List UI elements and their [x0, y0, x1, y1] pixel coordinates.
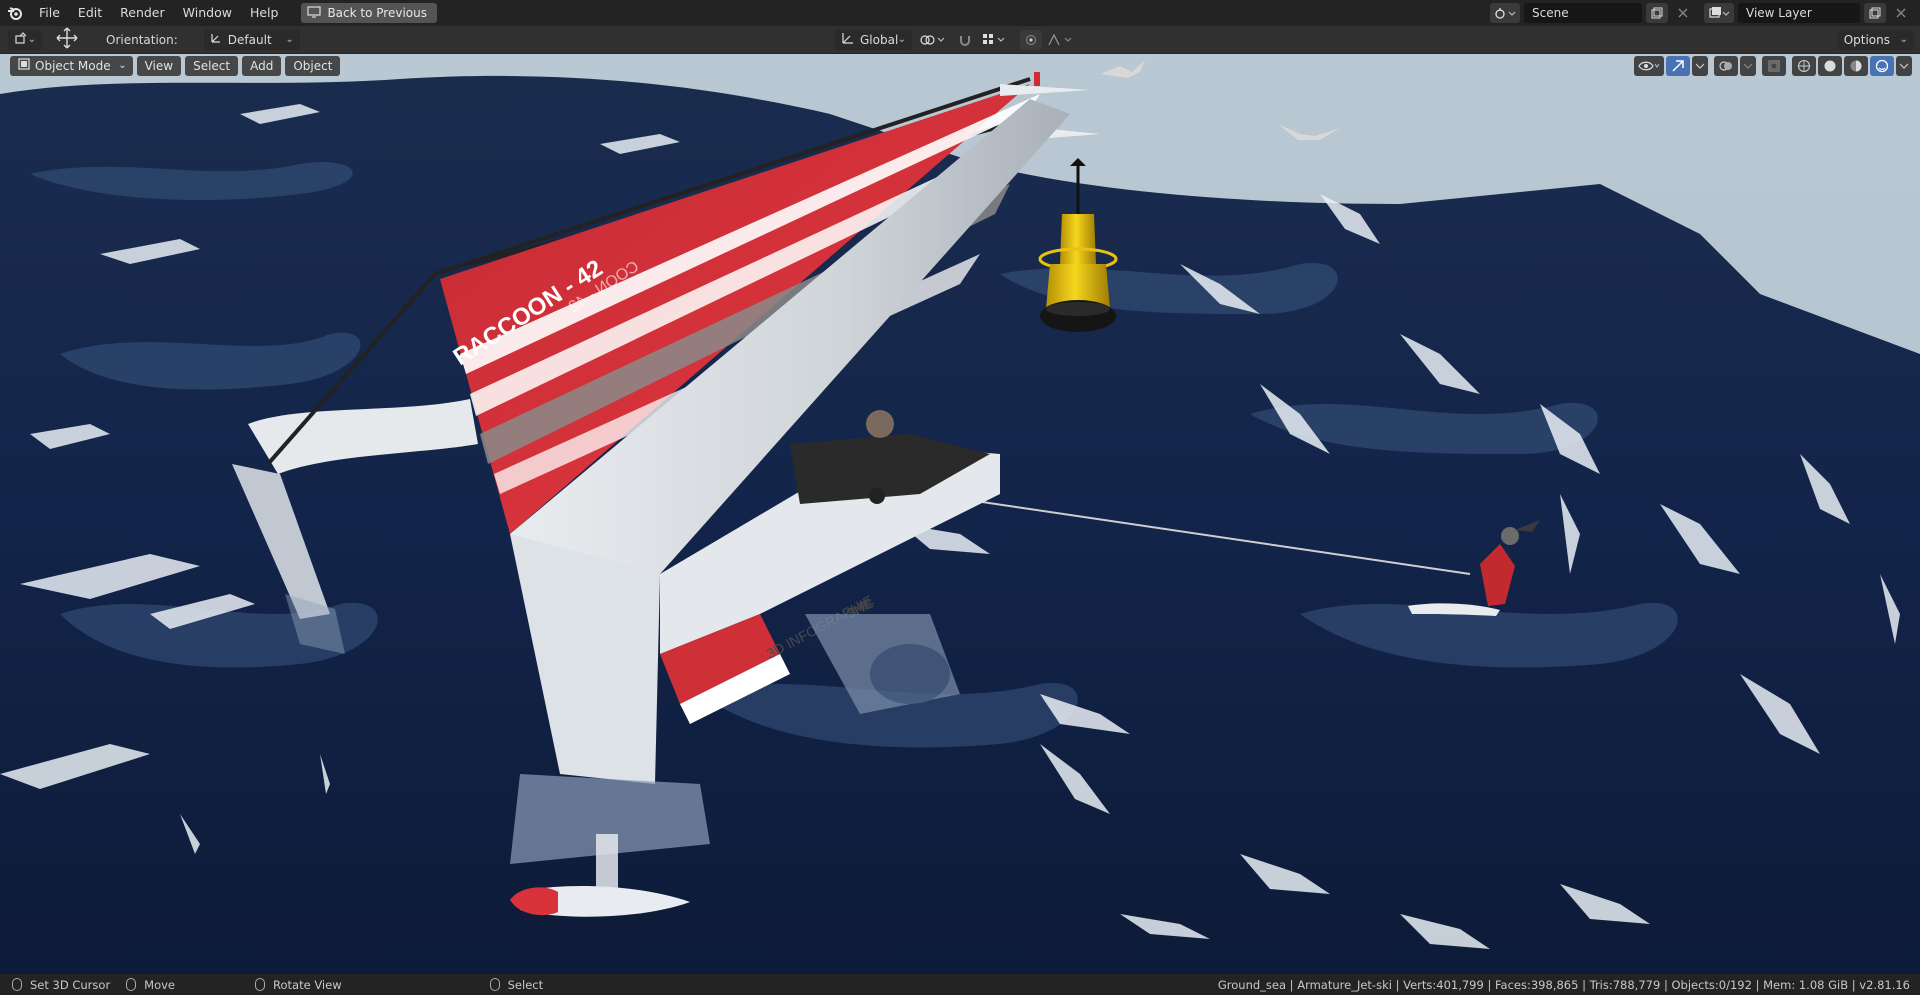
seagull-2	[1278, 124, 1340, 140]
status-bar: Set 3D Cursor Move Rotate View Select Gr…	[0, 974, 1920, 995]
viewport-header: Object Mode ⌄ View Select Add Object	[10, 56, 341, 76]
tool-header: ⌄ Orientation: Default ⌄ Global ⌄ Option…	[0, 26, 1920, 54]
menu-help[interactable]: Help	[241, 0, 288, 26]
snap-target-icon[interactable]	[980, 30, 1010, 50]
editor-type-dropdown[interactable]: ⌄	[8, 29, 42, 50]
pivot-point-icon[interactable]	[916, 30, 950, 50]
chevron-down-icon[interactable]	[1740, 56, 1756, 76]
menu-render[interactable]: Render	[111, 0, 174, 26]
back-to-previous-label: Back to Previous	[327, 6, 427, 20]
rendered-shading-icon[interactable]	[1870, 56, 1894, 76]
menu-edit[interactable]: Edit	[69, 0, 111, 26]
chevron-down-icon[interactable]	[1692, 56, 1708, 76]
blender-logo-icon[interactable]	[0, 0, 30, 26]
xray-toggle-icon[interactable]	[1762, 56, 1786, 76]
status-right-click-label: Select	[507, 977, 544, 992]
screen-icon	[307, 5, 322, 21]
orientation-dropdown[interactable]: Default ⌄	[203, 29, 300, 50]
falloff-curve-icon[interactable]	[1046, 30, 1078, 50]
mouse-right-icon	[489, 978, 500, 991]
scene-name-field[interactable]: Scene	[1524, 3, 1642, 23]
chevron-down-icon: ⌄	[897, 33, 906, 45]
visibility-eye-icon[interactable]	[1634, 56, 1664, 76]
view-layer-browse-icon[interactable]	[1704, 3, 1734, 23]
chevron-down-icon: ⌄	[1899, 33, 1908, 45]
chevron-down-icon: ⌄	[285, 33, 294, 45]
menu-window[interactable]: Window	[174, 0, 241, 26]
status-rotate-label: Rotate View	[273, 977, 342, 992]
scene-selector: Scene	[1490, 3, 1694, 23]
select-menu[interactable]: Select	[185, 56, 239, 76]
add-menu[interactable]: Add	[242, 56, 282, 76]
chevron-down-icon: ⌄	[27, 33, 36, 45]
object-mode-label: Object Mode	[35, 59, 111, 73]
status-right-click: Select	[489, 977, 544, 992]
delete-view-layer-icon[interactable]	[1890, 3, 1912, 23]
new-scene-icon[interactable]	[1646, 3, 1668, 23]
transform-controls: Global ⌄	[834, 29, 1078, 50]
move-gizmo-icon[interactable]	[56, 27, 78, 52]
scene-browse-icon[interactable]	[1490, 3, 1520, 23]
transform-orientation-dropdown[interactable]: Global ⌄	[834, 29, 912, 50]
orientation-label: Orientation:	[106, 32, 178, 47]
back-to-previous-button[interactable]: Back to Previous	[301, 3, 437, 23]
3d-viewport[interactable]: RACCOON - 42 COON - 42 3D INFOGRAPHIE 3H…	[0, 54, 1920, 974]
transform-orientation-value: Global	[860, 32, 899, 47]
status-middle-click-label: Move	[144, 977, 176, 992]
status-rotate: Rotate View	[255, 978, 342, 992]
material-preview-icon[interactable]	[1844, 56, 1868, 76]
orientation-icon	[210, 32, 222, 47]
orientation-value: Default	[227, 32, 272, 47]
object-mode-dropdown[interactable]: Object Mode ⌄	[10, 56, 133, 76]
status-left-click-label: Set 3D Cursor	[30, 977, 111, 992]
chevron-down-icon[interactable]	[1896, 56, 1912, 76]
mouse-left-icon	[12, 978, 22, 991]
status-left-click: Set 3D Cursor	[12, 978, 110, 992]
axes-icon	[840, 31, 854, 48]
viewport-render: RACCOON - 42 COON - 42 3D INFOGRAPHIE 3H…	[0, 60, 1920, 974]
menu-file[interactable]: File	[30, 0, 69, 26]
view-layer-selector: View Layer	[1704, 3, 1912, 23]
viewport-shading-controls	[1634, 56, 1912, 76]
view-menu[interactable]: View	[136, 56, 182, 76]
top-menu-bar: File Edit Render Window Help Back to Pre…	[0, 0, 1920, 26]
options-label: Options	[1843, 32, 1890, 47]
view-layer-field[interactable]: View Layer	[1738, 3, 1860, 23]
mouse-middle-icon	[126, 978, 137, 991]
object-mode-icon	[18, 56, 30, 76]
mouse-drag-icon	[255, 978, 266, 991]
status-middle-click: Move	[126, 978, 175, 992]
new-view-layer-icon[interactable]	[1864, 3, 1886, 23]
overlays-icon[interactable]	[1714, 56, 1738, 76]
editor-type-icon	[14, 31, 28, 48]
scene-statistics: Ground_sea | Armature_Jet-ski | Verts:40…	[1217, 977, 1910, 992]
object-menu[interactable]: Object	[285, 56, 341, 76]
delete-scene-icon[interactable]	[1672, 3, 1694, 23]
proportional-editing-icon[interactable]	[1020, 29, 1042, 50]
wireframe-shading-icon[interactable]	[1792, 56, 1816, 76]
chevron-down-icon: ⌄	[118, 60, 127, 71]
gizmo-toggle-icon[interactable]	[1666, 56, 1690, 76]
snap-toggle-icon[interactable]	[954, 30, 976, 50]
options-dropdown[interactable]: Options ⌄	[1837, 29, 1914, 50]
seagull-1	[1100, 60, 1145, 78]
solid-shading-icon[interactable]	[1818, 56, 1842, 76]
